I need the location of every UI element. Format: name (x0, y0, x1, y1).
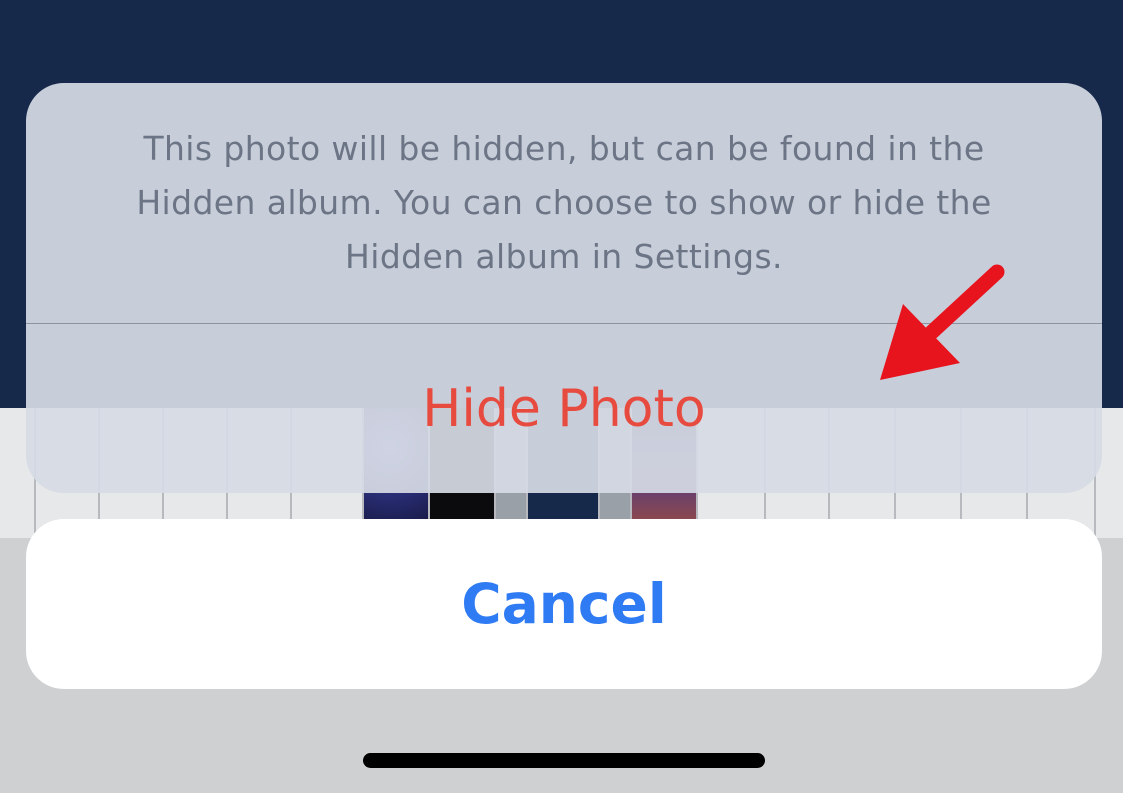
arrow-pointer-icon (880, 264, 1005, 380)
hide-photo-label: Hide Photo (422, 378, 706, 439)
cancel-button[interactable]: Cancel (26, 519, 1102, 689)
cancel-label: Cancel (461, 572, 667, 636)
home-indicator[interactable] (363, 753, 765, 768)
